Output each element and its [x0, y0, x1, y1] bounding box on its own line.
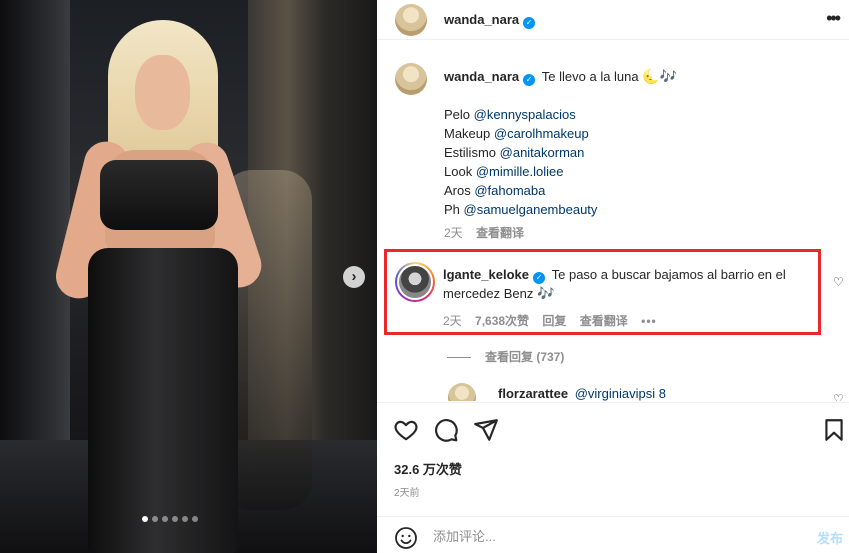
credit-line: Look @mimille.loliee: [444, 162, 824, 181]
carousel-dot[interactable]: [192, 516, 198, 522]
view-replies-line: [447, 357, 471, 359]
post-header: wanda_nara ✓ •••: [377, 0, 849, 40]
credit-handle[interactable]: @anitakorman: [500, 145, 585, 160]
comment-reply-button[interactable]: 回复: [542, 314, 566, 328]
post-time: 2天前: [394, 488, 420, 499]
comment-icon[interactable]: [433, 417, 459, 443]
caption-body: wanda_nara ✓ Te llevo a la luna 🌜🎶 Pelo @…: [444, 67, 824, 243]
credit-label: Aros: [444, 183, 471, 198]
comment-author[interactable]: lgante_keloke: [443, 267, 529, 282]
credit-label: Estilismo: [444, 145, 497, 160]
post-actions: 32.6 万次赞 2天前: [377, 402, 849, 510]
next-comment-author[interactable]: florzarattee: [498, 386, 568, 401]
caption-emojis: 🌜🎶: [642, 68, 678, 84]
credit-line: Aros @fahomaba: [444, 181, 824, 200]
view-replies-label[interactable]: 查看回复 (737): [485, 350, 564, 364]
verified-badge-icon: ✓: [523, 74, 536, 86]
author-avatar[interactable]: [395, 4, 427, 36]
carousel-dot[interactable]: [152, 516, 158, 522]
credit-line: Estilismo @anitakorman: [444, 143, 824, 162]
photo-subject-skirt: [88, 248, 238, 553]
photo-subject-face: [135, 55, 190, 130]
add-comment-bar: 发布: [377, 516, 849, 553]
credit-handle[interactable]: @mimille.loliee: [476, 164, 564, 179]
comment-see-translation[interactable]: 查看翻译: [580, 314, 628, 328]
credit-label: Pelo: [444, 107, 471, 122]
verified-badge-icon: ✓: [523, 17, 536, 29]
next-comment-avatar[interactable]: [448, 383, 476, 401]
photo-subject-top: [100, 160, 218, 230]
caption-author-avatar[interactable]: [395, 63, 427, 95]
credit-line: Ph @samuelganembeauty: [444, 200, 824, 219]
comment-likes[interactable]: 7,638次赞: [475, 314, 529, 328]
credits-list: Pelo @kennyspalacios Makeup @carolhmakeup…: [444, 105, 824, 219]
author-username[interactable]: wanda_nara: [444, 12, 519, 27]
chevron-right-icon[interactable]: ›: [343, 266, 365, 288]
comment-author-avatar[interactable]: [395, 262, 435, 302]
credit-handle[interactable]: @carolhmakeup: [494, 126, 589, 141]
carousel-dot[interactable]: [142, 516, 148, 522]
post-likes-count[interactable]: 32.6 万次赞: [394, 459, 462, 478]
highlighted-comment: lgante_keloke ✓ Te paso a buscar bajamos …: [384, 249, 821, 335]
caption-see-translation[interactable]: 查看翻译: [476, 226, 524, 240]
credit-label: Look: [444, 164, 473, 179]
next-comment-heart-icon[interactable]: ♡: [833, 392, 844, 401]
carousel-dot[interactable]: [182, 516, 188, 522]
heart-icon[interactable]: [393, 417, 419, 443]
carousel-dots: [142, 516, 198, 522]
caption-age: 2天: [444, 226, 463, 240]
carousel-dot[interactable]: [172, 516, 178, 522]
comment-age: 2天: [443, 314, 462, 328]
credit-handle[interactable]: @fahomaba: [474, 183, 545, 198]
comment-meta: 2天 7,638次赞 回复 查看翻译 •••: [443, 312, 657, 329]
author-name-row: wanda_nara ✓: [444, 12, 536, 29]
post-details-pane: wanda_nara ✓ ••• wanda_nara ✓ Te llevo a l…: [377, 0, 849, 553]
emoji-icon[interactable]: [394, 526, 418, 550]
credit-label: Ph: [444, 202, 460, 217]
caption-text: Te llevo a la luna: [541, 69, 639, 84]
credit-handle[interactable]: @kennyspalacios: [474, 107, 576, 122]
caption-first-line: wanda_nara ✓ Te llevo a la luna 🌜🎶: [444, 67, 824, 86]
caption-meta: 2天 查看翻译: [444, 224, 824, 243]
next-comment-text[interactable]: @virginiavipsi 8: [575, 386, 666, 401]
comment-more-icon[interactable]: •••: [641, 314, 657, 328]
share-icon[interactable]: [473, 417, 499, 443]
comment-body: lgante_keloke ✓ Te paso a buscar bajamos …: [443, 265, 813, 303]
credit-line: Makeup @carolhmakeup: [444, 124, 824, 143]
post-photo[interactable]: ›: [0, 0, 377, 553]
carousel-dot[interactable]: [162, 516, 168, 522]
bookmark-icon[interactable]: [821, 417, 847, 443]
comment-heart-icon[interactable]: ♡: [833, 275, 844, 289]
more-icon[interactable]: •••: [826, 8, 841, 29]
credit-label: Makeup: [444, 126, 491, 141]
next-comment-body: florzarattee @virginiavipsi 8: [498, 386, 666, 401]
post-comment-button[interactable]: 发布: [817, 528, 843, 547]
comment-input[interactable]: [433, 529, 793, 544]
comments-scroll-area[interactable]: wanda_nara ✓ Te llevo a la luna 🌜🎶 Pelo @…: [377, 41, 849, 401]
verified-badge-icon: ✓: [533, 272, 545, 284]
caption-author[interactable]: wanda_nara: [444, 69, 519, 84]
credit-line: Pelo @kennyspalacios: [444, 105, 824, 124]
view-replies[interactable]: 查看回复 (737): [447, 348, 564, 365]
comment-emoji: 🎶: [536, 285, 555, 301]
credit-handle[interactable]: @samuelganembeauty: [464, 202, 598, 217]
